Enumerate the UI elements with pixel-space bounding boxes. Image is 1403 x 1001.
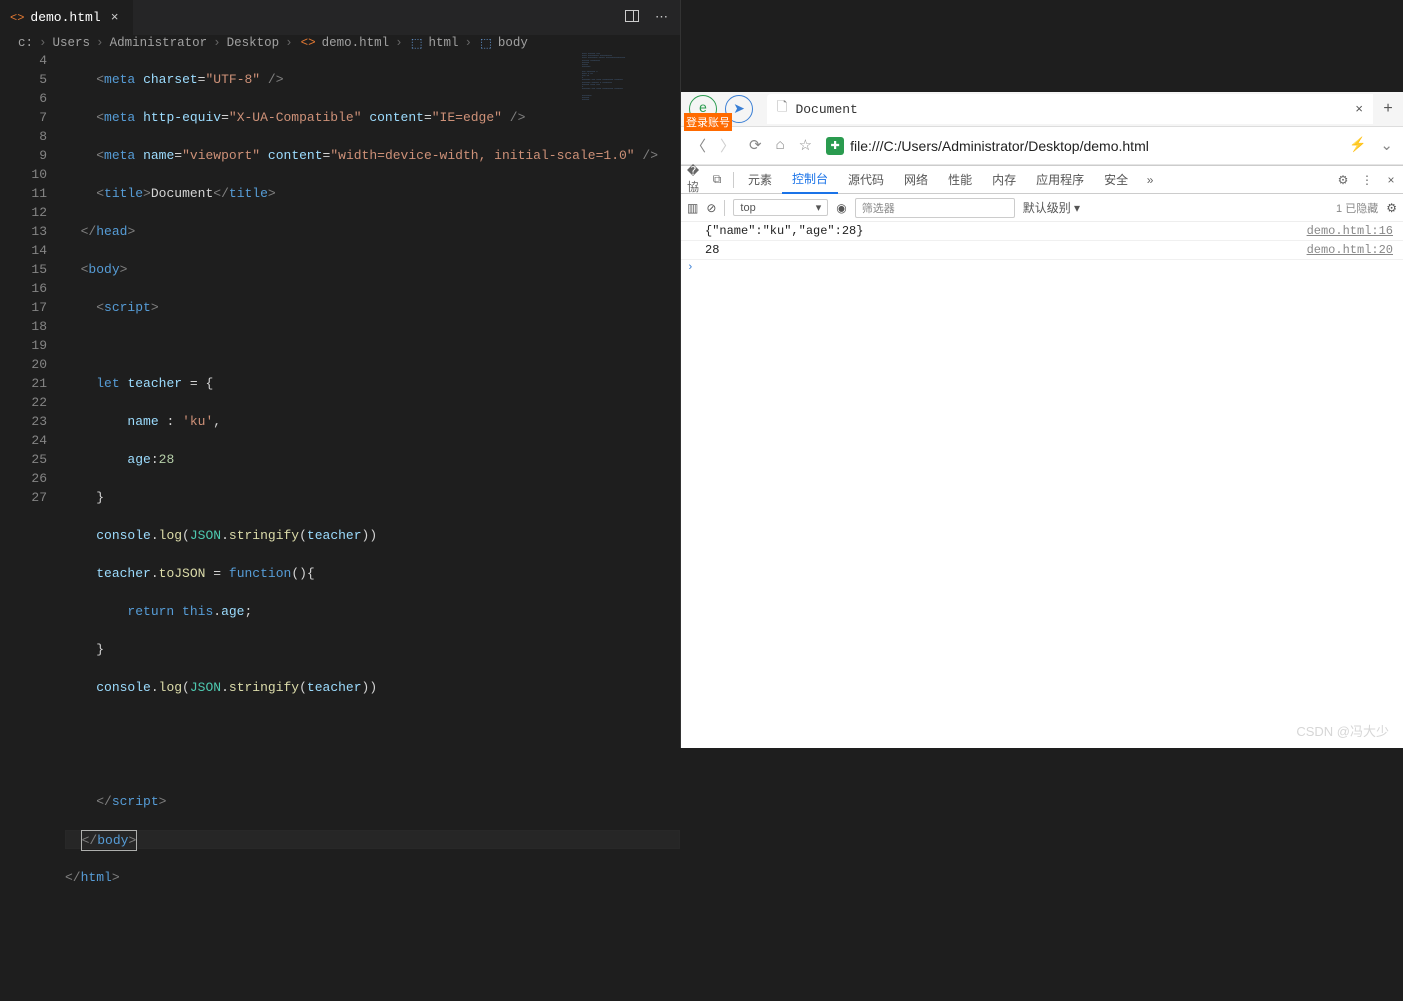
console-row[interactable]: {"name":"ku","age":28} demo.html:16	[681, 222, 1403, 241]
gear-icon[interactable]: ⚙	[1386, 201, 1397, 215]
element-icon: ⬚	[480, 35, 492, 51]
devtools-tab[interactable]: 网络	[894, 166, 938, 194]
html-file-icon: <>	[301, 36, 316, 50]
code-content[interactable]: <meta charset="UTF-8" /> <meta http-equi…	[65, 51, 680, 1001]
more-actions-icon[interactable]: ⋯	[655, 10, 668, 26]
back-icon[interactable]: 〈	[691, 135, 706, 156]
devtools: �協 ⧉ 元素控制台源代码网络性能内存应用程序安全 » ⚙ ⋮ × ▥ ⊘ to…	[681, 165, 1403, 748]
bolt-icon[interactable]: ⚡	[1349, 137, 1366, 154]
breadcrumb-segment[interactable]: Desktop	[227, 36, 280, 50]
console-message: 28	[705, 243, 719, 257]
console-prompt[interactable]: ›	[681, 260, 1403, 276]
console-message: {"name":"ku","age":28}	[705, 224, 863, 238]
login-badge[interactable]: 登录账号	[684, 113, 732, 131]
forward-icon[interactable]: 〉	[720, 135, 735, 156]
new-tab-button[interactable]: +	[1373, 100, 1403, 118]
browser-tab-title: Document	[795, 102, 857, 117]
line-gutter: 4567891011121314151617181920212223242526…	[0, 51, 65, 1001]
watermark: CSDN @冯大少	[1296, 721, 1389, 740]
console-source-link[interactable]: demo.html:20	[1307, 243, 1393, 257]
console-output[interactable]: {"name":"ku","age":28} demo.html:16 28 demo…	[681, 222, 1403, 748]
home-icon[interactable]: ⌂	[776, 137, 785, 154]
console-row[interactable]: 28 demo.html:20	[681, 241, 1403, 260]
console-source-link[interactable]: demo.html:16	[1307, 224, 1393, 238]
breadcrumb-segment[interactable]: demo.html	[322, 36, 390, 50]
close-icon[interactable]: ×	[1379, 173, 1403, 187]
url-text: file:///C:/Users/Administrator/Desktop/d…	[850, 138, 1149, 154]
filter-input[interactable]: 筛选器	[855, 198, 1015, 218]
browser-pane: 登录账号 e ➤ 🗋 Document × + 〈 〉 ⟳ ⌂ ☆ ✚ file…	[680, 0, 1403, 748]
devtools-tab[interactable]: 性能	[938, 166, 982, 194]
gear-icon[interactable]: ⚙	[1331, 173, 1355, 187]
close-icon[interactable]: ×	[1355, 102, 1363, 117]
reload-icon[interactable]: ⟳	[749, 136, 762, 155]
breadcrumb-segment[interactable]: c:	[18, 36, 33, 50]
inspect-element-icon[interactable]: �協	[681, 164, 705, 195]
console-toolbar: ▥ ⊘ top▾ ◉ 筛选器 默认级别 ▾ 1 已隐藏 ⚙	[681, 194, 1403, 222]
html-file-icon: <>	[10, 11, 24, 25]
devtools-tab[interactable]: 控制台	[782, 166, 838, 194]
shield-icon: ✚	[826, 137, 844, 155]
close-icon[interactable]: ×	[107, 10, 123, 25]
breadcrumb-segment[interactable]: Administrator	[110, 36, 208, 50]
breadcrumb-segment[interactable]: html	[429, 36, 459, 50]
editor-tab[interactable]: <> demo.html ×	[0, 0, 134, 35]
devtools-tab[interactable]: 内存	[982, 166, 1026, 194]
context-selector[interactable]: top▾	[733, 199, 828, 216]
breadcrumb-segment[interactable]: body	[498, 36, 528, 50]
play-icon[interactable]: ▥	[687, 201, 698, 215]
browser-header: 登录账号 e ➤ 🗋 Document × +	[681, 92, 1403, 127]
split-editor-icon[interactable]	[625, 10, 639, 26]
devtools-tab[interactable]: 应用程序	[1026, 166, 1094, 194]
hidden-count: 1 已隐藏	[1336, 200, 1378, 216]
chevron-down-icon[interactable]: ⌄	[1380, 136, 1393, 155]
favorite-icon[interactable]: ☆	[799, 136, 812, 155]
devtools-tab[interactable]: 元素	[738, 166, 782, 194]
breadcrumb-segment[interactable]: Users	[53, 36, 91, 50]
element-icon: ⬚	[411, 35, 423, 51]
address-bar: 〈 〉 ⟳ ⌂ ☆ ✚ file:///C:/Users/Administrat…	[681, 127, 1403, 165]
device-toggle-icon[interactable]: ⧉	[705, 172, 729, 187]
log-level-selector[interactable]: 默认级别 ▾	[1023, 199, 1080, 216]
document-icon: 🗋	[777, 98, 787, 120]
browser-tab[interactable]: 🗋 Document ×	[767, 94, 1373, 124]
breadcrumb[interactable]: c:› Users› Administrator› Desktop› <> de…	[0, 35, 680, 51]
url-field[interactable]: ✚ file:///C:/Users/Administrator/Desktop…	[826, 137, 1335, 155]
editor-tab-bar: <> demo.html × ⋯	[0, 0, 680, 35]
kebab-icon[interactable]: ⋮	[1355, 173, 1379, 187]
devtools-tab[interactable]: 源代码	[838, 166, 894, 194]
live-expression-icon[interactable]: ◉	[836, 201, 846, 215]
editor-actions: ⋯	[625, 10, 680, 26]
devtools-tabs: �協 ⧉ 元素控制台源代码网络性能内存应用程序安全 » ⚙ ⋮ ×	[681, 166, 1403, 194]
editor-tab-title: demo.html	[30, 10, 100, 25]
code-area[interactable]: 4567891011121314151617181920212223242526…	[0, 51, 680, 1001]
editor-pane: <> demo.html × ⋯ c:› Users› Administrato…	[0, 0, 680, 748]
devtools-tab[interactable]: 安全	[1094, 166, 1138, 194]
more-tabs-icon[interactable]: »	[1138, 173, 1162, 187]
clear-console-icon[interactable]: ⊘	[706, 201, 716, 215]
